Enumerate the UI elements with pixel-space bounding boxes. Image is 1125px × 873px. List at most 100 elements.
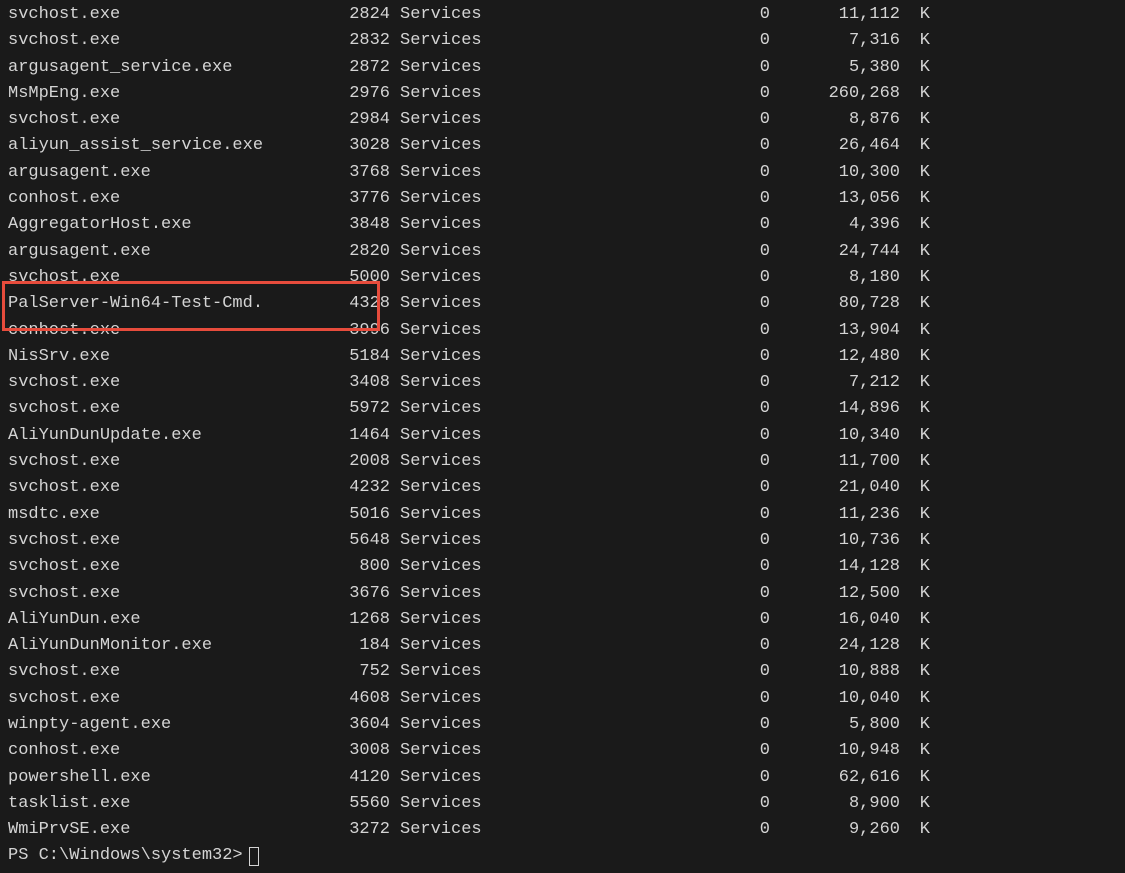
process-pid: 3008 (300, 738, 400, 764)
process-row: AliYunDunMonitor.exe184Services024,128K (8, 633, 1117, 659)
process-memory-unit: K (900, 659, 930, 685)
process-memory-unit: K (900, 581, 930, 607)
process-row: argusagent.exe3768Services010,300K (8, 160, 1117, 186)
process-row: svchost.exe2832Services07,316K (8, 28, 1117, 54)
process-memory-unit: K (900, 186, 930, 212)
process-session: Services (400, 81, 500, 107)
process-memory: 11,700 (770, 449, 900, 475)
process-session: Services (400, 265, 500, 291)
process-session: Services (400, 160, 500, 186)
process-session-number: 0 (500, 265, 770, 291)
process-session: Services (400, 344, 500, 370)
process-name: MsMpEng.exe (8, 81, 300, 107)
process-session: Services (400, 239, 500, 265)
process-name: argusagent.exe (8, 239, 300, 265)
process-pid: 3272 (300, 817, 400, 843)
process-session: Services (400, 659, 500, 685)
process-memory-unit: K (900, 633, 930, 659)
process-row: winpty-agent.exe3604Services05,800K (8, 712, 1117, 738)
process-memory: 10,948 (770, 738, 900, 764)
process-memory-unit: K (900, 81, 930, 107)
process-name: argusagent.exe (8, 160, 300, 186)
process-pid: 184 (300, 633, 400, 659)
process-memory: 10,340 (770, 423, 900, 449)
process-name: svchost.exe (8, 107, 300, 133)
process-memory-unit: K (900, 160, 930, 186)
process-name: svchost.exe (8, 581, 300, 607)
process-memory: 5,380 (770, 55, 900, 81)
process-pid: 800 (300, 554, 400, 580)
process-pid: 2976 (300, 81, 400, 107)
process-memory: 62,616 (770, 765, 900, 791)
process-memory: 16,040 (770, 607, 900, 633)
process-session: Services (400, 107, 500, 133)
process-name: svchost.exe (8, 659, 300, 685)
process-row: MsMpEng.exe2976Services0260,268K (8, 81, 1117, 107)
process-memory-unit: K (900, 607, 930, 633)
process-name: msdtc.exe (8, 502, 300, 528)
process-memory-unit: K (900, 370, 930, 396)
process-session-number: 0 (500, 633, 770, 659)
process-row: aliyun_assist_service.exe3028Services026… (8, 133, 1117, 159)
process-name: conhost.exe (8, 738, 300, 764)
process-row: AliYunDunUpdate.exe1464Services010,340K (8, 423, 1117, 449)
process-session: Services (400, 212, 500, 238)
process-pid: 5648 (300, 528, 400, 554)
process-session: Services (400, 633, 500, 659)
process-pid: 3604 (300, 712, 400, 738)
process-session-number: 0 (500, 686, 770, 712)
process-name: AggregatorHost.exe (8, 212, 300, 238)
process-memory: 8,180 (770, 265, 900, 291)
process-name: winpty-agent.exe (8, 712, 300, 738)
prompt-line[interactable]: PS C:\Windows\system32> (8, 844, 1117, 870)
process-row: svchost.exe752Services010,888K (8, 659, 1117, 685)
process-memory: 260,268 (770, 81, 900, 107)
process-session-number: 0 (500, 212, 770, 238)
process-session-number: 0 (500, 344, 770, 370)
process-name: AliYunDunUpdate.exe (8, 423, 300, 449)
process-row: WmiPrvSE.exe3272Services09,260K (8, 817, 1117, 843)
process-memory: 10,736 (770, 528, 900, 554)
process-memory-unit: K (900, 318, 930, 344)
process-pid: 3408 (300, 370, 400, 396)
process-list: svchost.exe2824Services011,112Ksvchost.e… (8, 2, 1117, 844)
process-pid: 4120 (300, 765, 400, 791)
process-memory-unit: K (900, 738, 930, 764)
process-session-number: 0 (500, 528, 770, 554)
process-pid: 752 (300, 659, 400, 685)
process-memory: 11,112 (770, 2, 900, 28)
process-name: NisSrv.exe (8, 344, 300, 370)
terminal-output[interactable]: svchost.exe2824Services011,112Ksvchost.e… (0, 0, 1125, 872)
process-session: Services (400, 581, 500, 607)
process-session-number: 0 (500, 55, 770, 81)
process-name: AliYunDun.exe (8, 607, 300, 633)
process-memory: 11,236 (770, 502, 900, 528)
process-session-number: 0 (500, 475, 770, 501)
process-session: Services (400, 186, 500, 212)
cursor (249, 847, 259, 866)
process-memory-unit: K (900, 817, 930, 843)
process-session-number: 0 (500, 28, 770, 54)
process-memory: 9,260 (770, 817, 900, 843)
process-memory: 7,316 (770, 28, 900, 54)
process-memory: 7,212 (770, 370, 900, 396)
process-session-number: 0 (500, 607, 770, 633)
process-session: Services (400, 449, 500, 475)
process-pid: 5560 (300, 791, 400, 817)
process-session: Services (400, 318, 500, 344)
process-pid: 2832 (300, 28, 400, 54)
process-memory-unit: K (900, 2, 930, 28)
process-memory: 5,800 (770, 712, 900, 738)
process-memory-unit: K (900, 133, 930, 159)
process-session-number: 0 (500, 791, 770, 817)
process-pid: 3776 (300, 186, 400, 212)
process-pid: 3996 (300, 318, 400, 344)
process-session: Services (400, 370, 500, 396)
process-row: AggregatorHost.exe3848Services04,396K (8, 212, 1117, 238)
process-session: Services (400, 133, 500, 159)
process-session-number: 0 (500, 738, 770, 764)
process-memory: 80,728 (770, 291, 900, 317)
process-memory-unit: K (900, 449, 930, 475)
process-pid: 3768 (300, 160, 400, 186)
process-memory: 13,904 (770, 318, 900, 344)
